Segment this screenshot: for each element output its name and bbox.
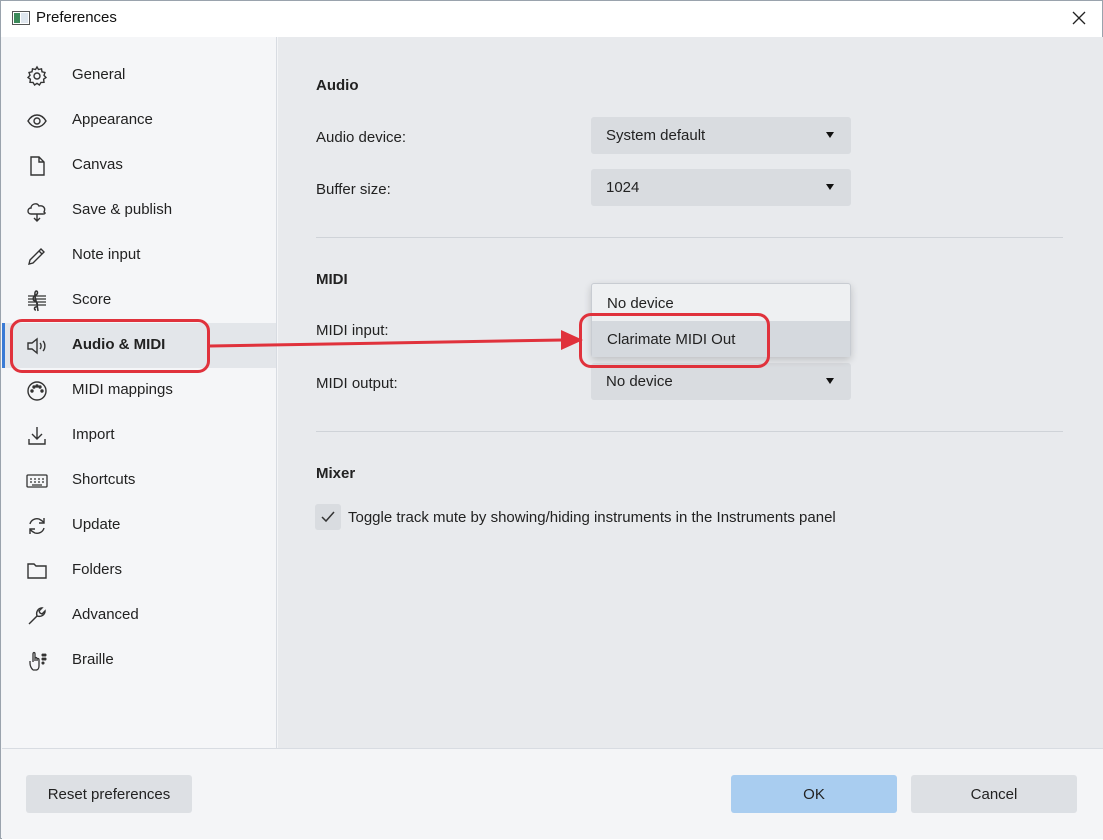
sidebar-item-update[interactable]: Update <box>2 503 276 548</box>
gear-icon <box>24 63 50 89</box>
sidebar-item-label: Save & publish <box>72 201 173 218</box>
refresh-icon <box>24 513 50 539</box>
audio-device-dropdown[interactable]: System default <box>591 117 851 154</box>
sidebar-item-braille[interactable]: Braille <box>2 638 276 683</box>
sidebar-item-canvas[interactable]: Canvas <box>2 143 276 188</box>
pencil-icon <box>24 243 50 269</box>
sidebar-item-label: General <box>72 66 126 83</box>
toggle-track-mute-label: Toggle track mute by showing/hiding inst… <box>348 509 836 526</box>
sidebar-item-appearance[interactable]: Appearance <box>2 98 276 143</box>
sidebar-item-midi-mappings[interactable]: MIDI mappings <box>2 368 276 413</box>
sidebar: General Appearance Canvas Save & publish… <box>2 37 277 748</box>
sidebar-item-label: Advanced <box>72 606 139 623</box>
sidebar-item-label: Shortcuts <box>72 471 136 488</box>
sidebar-item-score[interactable]: Score <box>2 278 276 323</box>
audio-device-label: Audio device: <box>316 129 407 146</box>
sidebar-item-save-publish[interactable]: Save & publish <box>2 188 276 233</box>
section-divider <box>316 237 1063 238</box>
sidebar-item-general[interactable]: General <box>2 53 276 98</box>
settings-panel: Audio Audio device: System default Buffe… <box>278 37 1103 748</box>
audio-section-title: Audio <box>316 77 359 94</box>
midi-input-dropdown-list: No device Clarimate MIDI Out <box>591 283 851 357</box>
close-icon <box>1072 11 1086 25</box>
close-button[interactable] <box>1056 1 1102 35</box>
midi-port-icon <box>24 378 50 404</box>
ok-button[interactable]: OK <box>731 775 897 813</box>
sidebar-item-note-input[interactable]: Note input <box>2 233 276 278</box>
dialog-footer: Reset preferences OK Cancel <box>2 748 1103 839</box>
sidebar-item-label: Score <box>72 291 112 308</box>
wrench-icon <box>24 603 50 629</box>
sidebar-item-advanced[interactable]: Advanced <box>2 593 276 638</box>
midi-input-label: MIDI input: <box>316 322 389 339</box>
sidebar-item-shortcuts[interactable]: Shortcuts <box>2 458 276 503</box>
sidebar-item-label: Braille <box>72 651 114 668</box>
eye-icon <box>24 108 50 134</box>
sidebar-item-folders[interactable]: Folders <box>2 548 276 593</box>
sidebar-item-label: Update <box>72 516 121 533</box>
sidebar-item-label: Canvas <box>72 156 123 173</box>
title-bar: Preferences <box>1 1 1102 37</box>
caret-down-icon <box>826 378 834 384</box>
buffer-size-label: Buffer size: <box>316 181 391 198</box>
checkmark-icon <box>321 511 335 523</box>
sidebar-item-label: Audio & MIDI <box>72 336 166 353</box>
caret-down-icon <box>826 132 834 138</box>
speaker-icon <box>24 333 50 359</box>
caret-down-icon <box>826 184 834 190</box>
cancel-button[interactable]: Cancel <box>911 775 1077 813</box>
midi-output-dropdown[interactable]: No device <box>591 363 851 400</box>
braille-hand-icon <box>24 648 50 674</box>
download-icon <box>24 423 50 449</box>
sidebar-item-label: MIDI mappings <box>72 381 173 398</box>
buffer-size-dropdown[interactable]: 1024 <box>591 169 851 206</box>
folder-icon <box>24 558 50 584</box>
section-divider <box>316 431 1063 432</box>
keyboard-icon <box>24 468 50 494</box>
midi-section-title: MIDI <box>316 271 348 288</box>
sidebar-item-label: Folders <box>72 561 123 578</box>
midi-input-option-no-device[interactable]: No device <box>592 285 850 321</box>
sidebar-item-label: Appearance <box>72 111 153 128</box>
midi-output-label: MIDI output: <box>316 375 398 392</box>
sidebar-item-import[interactable]: Import <box>2 413 276 458</box>
window-title: Preferences <box>36 9 117 26</box>
sidebar-item-label: Note input <box>72 246 141 263</box>
reset-preferences-button[interactable]: Reset preferences <box>26 775 192 813</box>
treble-clef-icon <box>24 288 50 314</box>
midi-output-value: No device <box>606 373 673 390</box>
mixer-section-title: Mixer <box>316 465 356 482</box>
midi-input-option-clarimate[interactable]: Clarimate MIDI Out <box>592 321 850 357</box>
document-icon <box>24 153 50 179</box>
sidebar-item-audio-midi[interactable]: Audio & MIDI <box>2 323 276 368</box>
audio-device-value: System default <box>606 127 706 144</box>
cloud-icon <box>24 198 50 224</box>
toggle-track-mute-checkbox[interactable] <box>315 504 341 530</box>
buffer-size-value: 1024 <box>606 179 640 196</box>
app-icon <box>12 11 30 25</box>
preferences-window: Preferences General Appearance Canvas Sa… <box>0 0 1103 839</box>
sidebar-item-label: Import <box>72 426 115 443</box>
